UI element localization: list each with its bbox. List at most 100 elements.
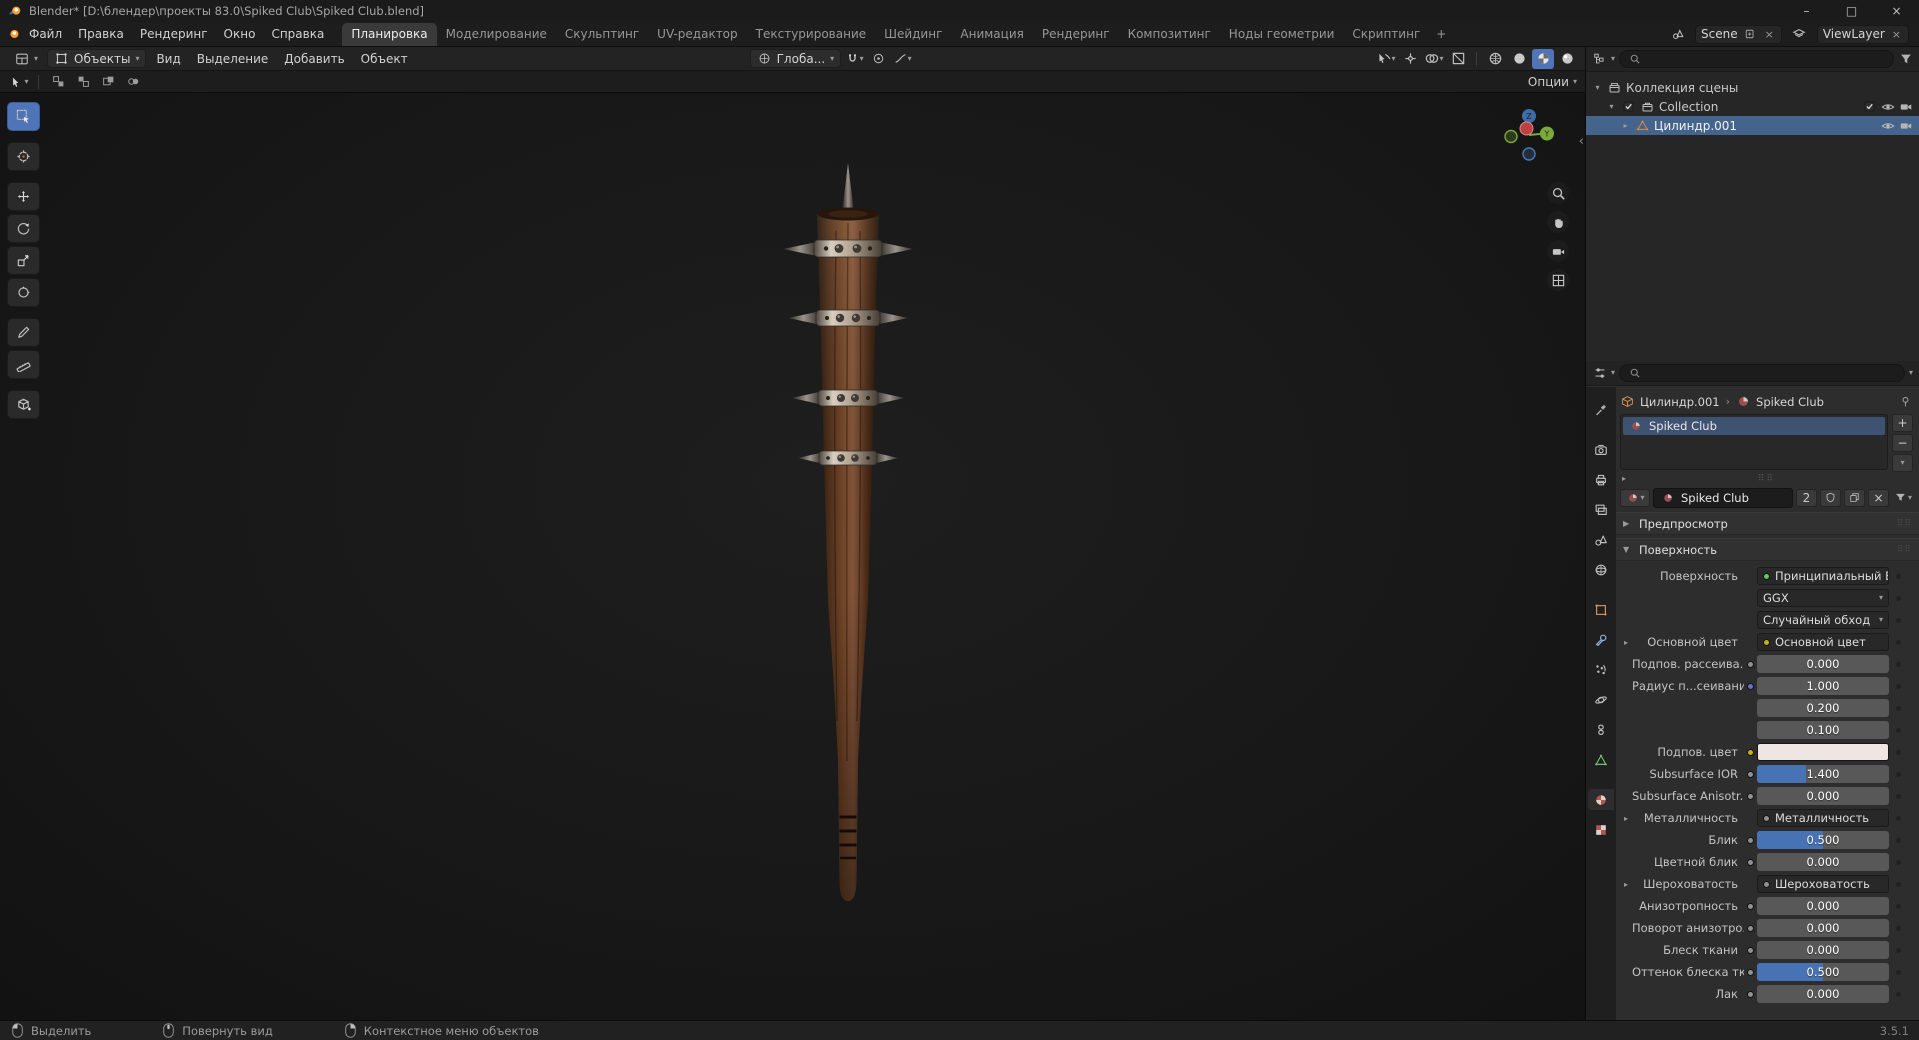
minimize-button[interactable]: –: [1784, 0, 1829, 22]
disclosure-arrow-icon[interactable]: ▸: [1620, 121, 1631, 130]
workspace-tab[interactable]: Текстурирование: [747, 23, 875, 46]
property-dropdown[interactable]: Случайный обход ▾: [1757, 611, 1889, 629]
color-swatch[interactable]: [1757, 743, 1889, 761]
add-workspace-tab[interactable]: +: [1429, 23, 1453, 46]
properties-tab-render[interactable]: [1588, 439, 1614, 460]
workspace-tab[interactable]: UV-редактор: [648, 23, 746, 46]
mode-option-icon[interactable]: [47, 72, 69, 92]
viewport-menu-item[interactable]: Выделение: [189, 52, 276, 66]
viewlayer-browse-icon[interactable]: [1792, 27, 1807, 42]
slot-resize-grip[interactable]: ▸ ⠿⠿: [1620, 472, 1913, 485]
properties-tab-view-layer[interactable]: [1588, 499, 1614, 520]
workspace-tab[interactable]: Скульптинг: [556, 23, 648, 46]
value-field[interactable]: 0.000: [1757, 941, 1889, 959]
material-slot-list[interactable]: Spiked Club: [1620, 414, 1888, 470]
properties-tab-tool[interactable]: [1588, 399, 1614, 420]
menubar-item[interactable]: Справка: [263, 27, 332, 41]
breadcrumb-material[interactable]: Spiked Club: [1756, 395, 1824, 409]
viewport-menu-item[interactable]: Объект: [353, 52, 416, 66]
outliner-row[interactable]: ▾ Коллекция сцены: [1586, 78, 1919, 97]
decorator-dot[interactable]: [1889, 991, 1907, 997]
viewport-canvas[interactable]: Z Y ‹: [0, 94, 1585, 1020]
pin-icon[interactable]: [1898, 394, 1913, 409]
workspace-tab[interactable]: Шейдинг: [875, 23, 951, 46]
property-dropdown[interactable]: GGX ▾: [1757, 589, 1889, 607]
property-node-link[interactable]: Основной цвет: [1757, 633, 1889, 651]
panel-grip-icon[interactable]: ⠿⠿: [1897, 519, 1912, 529]
maximize-button[interactable]: □: [1829, 0, 1874, 22]
shading-rendered-button[interactable]: [1556, 49, 1578, 69]
mode-option-icon[interactable]: [122, 72, 144, 92]
workspace-tab[interactable]: Анимация: [951, 23, 1032, 46]
decorator-dot[interactable]: [1889, 727, 1907, 733]
annotate-tool[interactable]: [7, 318, 40, 347]
surface-panel-header[interactable]: ▼ Поверхность ⠿⠿: [1616, 538, 1919, 561]
toggle-xray-button[interactable]: [1447, 49, 1469, 69]
properties-tab-particles[interactable]: [1588, 659, 1614, 680]
decorator-dot[interactable]: [1889, 837, 1907, 843]
outliner-row[interactable]: ▾ Collection: [1586, 97, 1919, 116]
decorator-dot[interactable]: [1889, 903, 1907, 909]
properties-search[interactable]: [1619, 364, 1905, 382]
properties-options-caret[interactable]: ▾: [1909, 369, 1913, 377]
editor-outliner-icon[interactable]: [1592, 52, 1607, 67]
new-scene-icon[interactable]: [1743, 27, 1758, 42]
eye-toggle-icon[interactable]: [1880, 99, 1895, 114]
expand-arrow-icon[interactable]: ▸: [1622, 474, 1628, 483]
transform-tool[interactable]: [7, 278, 40, 307]
disclosure-arrow-icon[interactable]: ▾: [1592, 83, 1603, 92]
decorator-dot[interactable]: [1889, 705, 1907, 711]
shading-solid-button[interactable]: [1508, 49, 1530, 69]
properties-tab-scene[interactable]: [1588, 529, 1614, 550]
workspace-tab[interactable]: Ноды геометрии: [1220, 23, 1344, 46]
decorator-dot[interactable]: [1889, 749, 1907, 755]
material-specials-button[interactable]: ▾: [1892, 489, 1913, 507]
decorator-dot[interactable]: [1889, 815, 1907, 821]
properties-tab-object[interactable]: [1588, 599, 1614, 620]
new-material-button[interactable]: [1844, 488, 1865, 507]
properties-tab-world[interactable]: [1588, 559, 1614, 580]
measure-tool[interactable]: [7, 350, 40, 379]
view-navigation-gizmo[interactable]: Z Y: [1500, 106, 1558, 167]
slot-specials-button[interactable]: ▾: [1892, 454, 1913, 472]
properties-tab-constraints[interactable]: [1588, 719, 1614, 740]
scale-tool[interactable]: [7, 246, 40, 275]
mode-selector[interactable]: Объекты ▾: [47, 49, 147, 68]
camera-toggle-icon[interactable]: [1898, 118, 1913, 133]
decorator-dot[interactable]: [1889, 925, 1907, 931]
value-field[interactable]: 0.000: [1757, 787, 1889, 805]
expand-arrow-icon[interactable]: ▸: [1620, 638, 1632, 647]
remove-viewlayer-icon[interactable]: ×: [1890, 28, 1903, 41]
spiked-club-model[interactable]: [738, 161, 958, 911]
decorator-dot[interactable]: [1889, 573, 1907, 579]
properties-tab-output[interactable]: [1588, 469, 1614, 490]
add-cube-tool[interactable]: [7, 390, 40, 419]
panel-grip-icon[interactable]: ⠿⠿: [1897, 545, 1912, 555]
ortho-grid-button[interactable]: [1547, 269, 1569, 291]
falloff-button[interactable]: ▾: [891, 49, 913, 69]
value-field[interactable]: 0.000: [1757, 897, 1889, 915]
zoom-button[interactable]: [1547, 182, 1569, 204]
viewlayer-selector[interactable]: ViewLayer ×: [1816, 24, 1909, 44]
decorator-dot[interactable]: [1889, 771, 1907, 777]
editor-properties-icon[interactable]: [1592, 366, 1607, 381]
select-box-tool[interactable]: [7, 102, 40, 131]
shading-wireframe-button[interactable]: [1484, 49, 1506, 69]
value-field[interactable]: 0.000: [1757, 853, 1889, 871]
decorator-dot[interactable]: [1889, 683, 1907, 689]
value-field[interactable]: 0.000: [1757, 985, 1889, 1003]
decorator-dot[interactable]: [1889, 639, 1907, 645]
collection-checkbox-icon[interactable]: [1621, 99, 1636, 114]
menubar-item[interactable]: Файл: [21, 27, 70, 41]
viewport-menu-item[interactable]: Добавить: [276, 52, 352, 66]
decorator-dot[interactable]: [1889, 595, 1907, 601]
editor-visibility-button[interactable]: ▾: [1375, 49, 1397, 69]
value-field[interactable]: 0.000: [1757, 919, 1889, 937]
breadcrumb-object[interactable]: Цилиндр.001: [1640, 395, 1720, 409]
properties-tab-physics[interactable]: [1588, 689, 1614, 710]
show-gizmos-button[interactable]: [1399, 49, 1421, 69]
decorator-dot[interactable]: [1889, 881, 1907, 887]
value-field[interactable]: 0.000: [1757, 655, 1889, 673]
menubar-item[interactable]: Окно: [216, 27, 264, 41]
transform-orientation-selector[interactable]: Глоба... ▾: [749, 49, 842, 68]
